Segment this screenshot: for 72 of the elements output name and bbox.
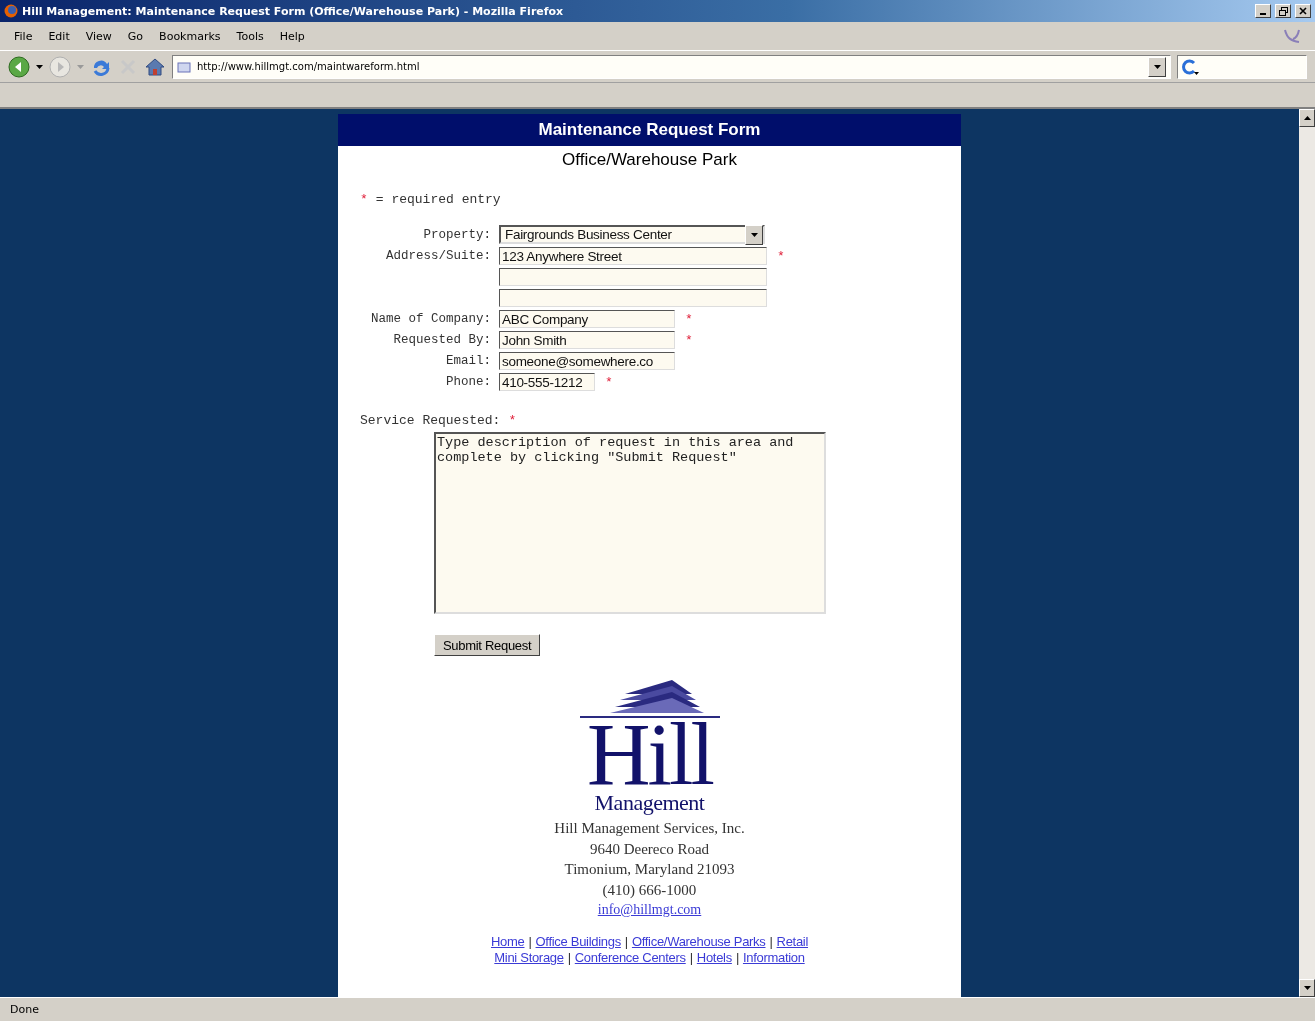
logo-tagline: Management <box>594 792 705 814</box>
scroll-up-icon[interactable] <box>1303 116 1311 120</box>
url-text: http://www.hillmgt.com/maintwareform.html <box>197 61 421 72</box>
form-subtitle: Office/Warehouse Park <box>562 150 737 170</box>
field-label: Phone: <box>445 375 491 389</box>
browser-logo-icon <box>4 4 18 18</box>
nav-link[interactable]: Retail <box>776 934 808 949</box>
menu-item[interactable]: Bookmarks <box>153 27 227 45</box>
nav-link[interactable]: Hotels <box>696 950 732 965</box>
nav-link[interactable]: Office Buildings <box>535 934 621 949</box>
menu-item[interactable]: View <box>79 27 118 45</box>
required-mark: * <box>685 311 693 327</box>
link-separator: | <box>567 950 571 965</box>
window-title: Hill Management: Maintenance Request Form (Office/Warehouse Park) - Mozilla Firefox <box>22 4 565 18</box>
status-text: Done <box>10 1003 39 1016</box>
menu-item[interactable]: Help <box>273 27 311 45</box>
legend-text: = required entry <box>375 192 501 207</box>
contact-line: (410) 666-1000 <box>601 880 698 900</box>
required-mark: * <box>605 374 613 390</box>
close-icon[interactable] <box>1299 7 1307 15</box>
menu-item[interactable]: Go <box>121 27 150 45</box>
link-separator: | <box>528 934 532 949</box>
logo-wordmark: Hill <box>587 718 712 792</box>
nav-link[interactable]: Mini Storage <box>494 950 564 965</box>
link-separator: | <box>689 950 693 965</box>
field-label: Requested By: <box>392 333 491 347</box>
building-logo-icon <box>579 680 720 718</box>
nav-link[interactable]: Information <box>742 950 805 965</box>
description-field[interactable]: Type description of request in this area and complete by clicking "Submit Request" <box>434 432 826 614</box>
menu-item[interactable]: Tools <box>230 27 270 45</box>
contact-line: Timonium, Maryland 21093 <box>563 860 736 879</box>
input-field[interactable] <box>499 289 767 307</box>
contact-line: 9640 Deereco Road <box>588 839 711 859</box>
property-dropdown[interactable]: Fairgrounds Business Center <box>499 225 765 244</box>
field-label: Property: <box>422 227 491 242</box>
field-label: Email: <box>445 354 491 368</box>
caret-icon[interactable] <box>1153 64 1161 69</box>
search-field[interactable] <box>1177 54 1307 79</box>
input-field[interactable]: someone@somewhere.co <box>499 352 675 370</box>
menu-item[interactable]: File <box>8 27 39 45</box>
scroll-down-icon[interactable] <box>1303 986 1311 990</box>
caret-icon <box>750 232 758 237</box>
nav-link[interactable]: Conference Centers <box>574 950 686 965</box>
page-icon <box>177 60 191 73</box>
scrollbar[interactable] <box>1299 109 1315 997</box>
email-link[interactable]: info@hillmgt.com <box>597 900 702 920</box>
field-label: Name of Company: <box>369 312 491 326</box>
contact-line: Hill Management Services, Inc. <box>554 819 745 838</box>
nav-link[interactable]: Office/Warehouse Parks <box>631 934 766 949</box>
search-engine-icon <box>1182 58 1200 75</box>
nav-link[interactable]: Home <box>491 934 525 949</box>
link-separator: | <box>769 934 773 949</box>
required-mark: * <box>777 248 785 264</box>
required-mark: * <box>360 192 368 207</box>
input-field[interactable]: 123 Anywhere Street <box>499 247 767 265</box>
address-bar[interactable]: http://www.hillmgt.com/maintwareform.html <box>172 54 1171 79</box>
input-field[interactable]: ABC Company <box>499 310 675 328</box>
required-mark: * <box>685 332 693 348</box>
input-field[interactable]: John Smith <box>499 331 675 349</box>
submit-button[interactable]: Submit Request <box>434 634 541 656</box>
input-field[interactable] <box>499 268 767 286</box>
link-separator: | <box>624 934 628 949</box>
caret-icon[interactable] <box>36 64 43 69</box>
back-icon[interactable] <box>8 55 30 78</box>
required-mark: * <box>508 413 517 428</box>
input-field[interactable]: 410-555-1212 <box>499 373 595 391</box>
menu-item[interactable]: Edit <box>42 27 76 45</box>
link-separator: | <box>735 950 739 965</box>
form-header: Maintenance Request Form <box>338 114 961 146</box>
field-label: Service Requested: <box>360 413 501 428</box>
field-label: Address/Suite: <box>384 249 491 263</box>
restore-icon[interactable] <box>1278 6 1288 16</box>
